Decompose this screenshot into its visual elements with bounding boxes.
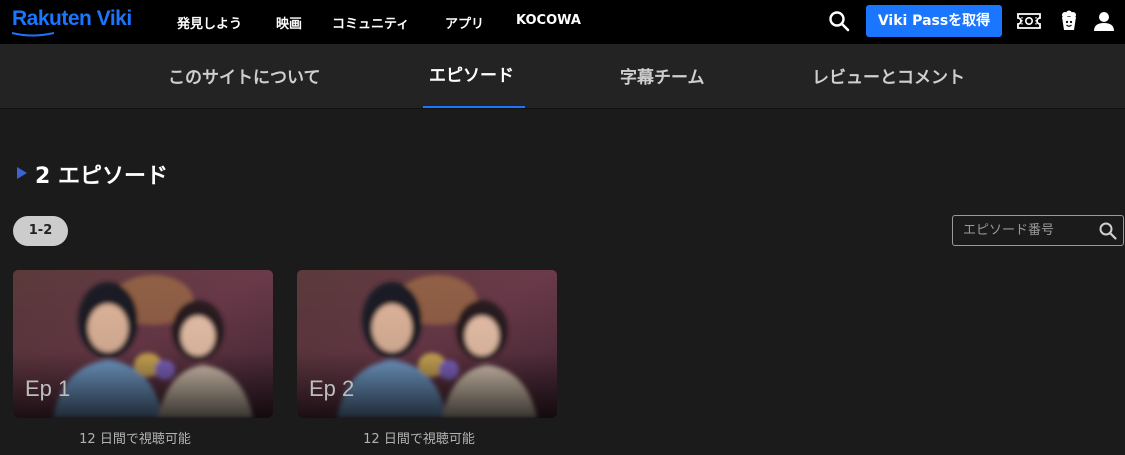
episode-range-chip[interactable]: 1-2 [13,216,68,246]
nav-link-community[interactable]: コミュニティ [332,13,409,32]
episode-number-search-input[interactable] [963,216,1093,245]
tab-subtitle-team[interactable]: 字幕チーム [620,63,705,88]
nav-link-kocowa[interactable]: KOCOWA [516,13,581,28]
episode-label: Ep 1 [25,376,71,401]
popcorn-icon[interactable] [1057,9,1081,33]
episode-availability-text: 12 日間で視聴可能 [79,432,191,447]
episode-card[interactable]: Ep 2 [297,270,557,418]
active-tab-indicator [423,106,525,108]
user-icon[interactable] [1092,9,1116,33]
search-icon[interactable] [1098,221,1118,241]
search-icon[interactable] [827,9,851,33]
tab-reviews-comments[interactable]: レビューとコメント [812,63,965,88]
episode-label: Ep 2 [309,376,355,401]
get-viki-pass-button[interactable]: Viki Passを取得 [866,5,1002,37]
logo-swoosh-icon [12,32,54,37]
top-navigation-bar: Rakuten Viki 発見しよう 映画 コミュニティ アプリ KOCOWA … [0,0,1125,44]
rakuten-viki-logo[interactable]: Rakuten Viki [12,7,132,37]
tab-episodes[interactable]: エピソード [429,61,514,86]
tab-about[interactable]: このサイトについて [168,63,321,88]
title-tab-bar: このサイトについて エピソード 字幕チーム レビューとコメント [0,44,1125,109]
episode-availability-text: 12 日間で視聴可能 [363,432,475,447]
nav-link-movies[interactable]: 映画 [276,13,302,32]
logo-text: Rakuten Viki [12,7,132,30]
nav-link-apps[interactable]: アプリ [445,13,484,32]
episode-card[interactable]: Ep 1 [13,270,273,418]
episodes-section-title: 2 エピソード [35,164,168,189]
nav-link-discover[interactable]: 発見しよう [177,13,242,32]
section-marker-icon [17,167,27,179]
ticket-icon[interactable] [1016,9,1042,33]
episode-search-box [952,215,1124,246]
